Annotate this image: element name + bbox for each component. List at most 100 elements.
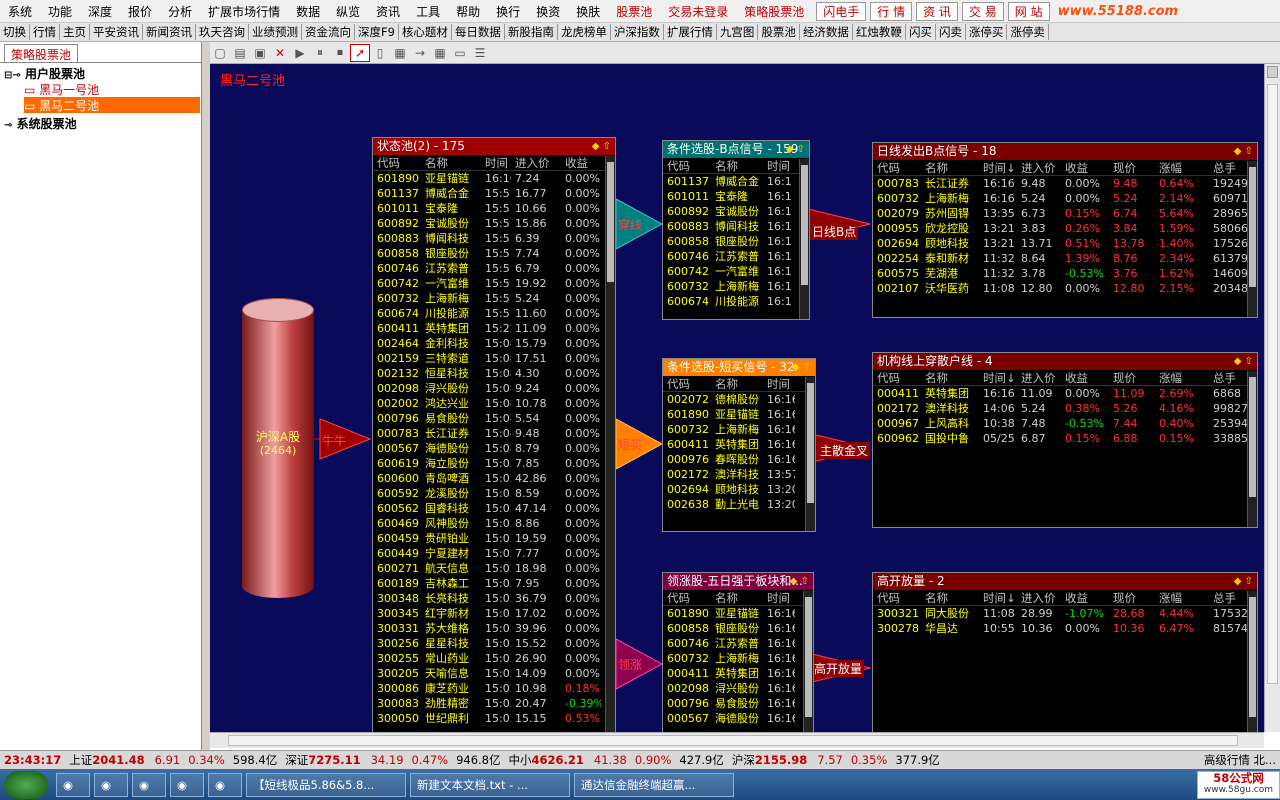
menu-item[interactable]: 工具	[408, 3, 448, 20]
delete-icon[interactable]: ✕	[270, 44, 290, 62]
table-row[interactable]: 600562 国睿科技 15:05 47.14 0.00%	[373, 501, 615, 516]
menu-item[interactable]: 系统	[0, 3, 40, 20]
table-row[interactable]: 002098 浔兴股份 15:08 9.24 0.00%	[373, 381, 615, 396]
scroll-up-icon[interactable]	[1267, 66, 1278, 78]
menu-item[interactable]: 换肤	[568, 3, 608, 20]
table-row[interactable]: 600732 上海新梅 16:1	[663, 279, 809, 294]
menu-item[interactable]: 功能	[40, 3, 80, 20]
column-header[interactable]: 现价	[1109, 370, 1155, 385]
table-row[interactable]: 600411 英特集团 16:16	[663, 437, 815, 452]
table-row[interactable]: 600746 江苏索普 16:16	[663, 636, 813, 651]
tree-expand-icon[interactable]: ⊟⊸	[4, 70, 21, 81]
function-tab[interactable]: 行情	[30, 24, 60, 40]
table-row[interactable]: 002694 顾地科技 13:20	[663, 482, 815, 497]
column-header[interactable]: 时间↓	[979, 370, 1017, 385]
table-row[interactable]: 002002 鸿达兴业 15:08 10.78 0.00%	[373, 396, 615, 411]
column-header[interactable]: 代码	[373, 155, 421, 170]
scroll-thumb[interactable]	[607, 162, 614, 282]
scroll-thumb[interactable]	[1249, 597, 1256, 717]
table-row[interactable]: 601011 宝泰隆 16:1	[663, 189, 809, 204]
column-header[interactable]: 时间	[763, 376, 795, 391]
function-tab[interactable]: 新股指南	[505, 24, 558, 40]
menu-quick-button[interactable]: 资 讯	[916, 1, 958, 21]
column-header[interactable]: 时间↓	[979, 160, 1017, 175]
table-row[interactable]: 300256 星星科技 15:05 15.52 0.00%	[373, 636, 615, 651]
table-row[interactable]: 600459 贵研铂业 15:05 19.59 0.00%	[373, 531, 615, 546]
function-tab[interactable]: 红烛教鞭	[853, 24, 906, 40]
table-row[interactable]: 600674 川投能源 16:1	[663, 294, 809, 309]
panel-header[interactable]: 条件选股-B点信号 - 159 ◆ ⇧	[663, 141, 809, 158]
table-row[interactable]: 000567 海德股份 16:16	[663, 711, 813, 726]
table-row[interactable]: 600892 宝诚股份 15:51 15.86 0.00%	[373, 216, 615, 231]
table-row[interactable]: 002172 澳洋科技 14:06 5.24 0.38% 5.26 4.16% 99827	[873, 401, 1257, 416]
tree-node-user-pools[interactable]: ⊟⊸ 用户股票池	[4, 65, 85, 81]
function-tab[interactable]: 涨停卖	[1007, 24, 1049, 40]
function-tab[interactable]: 股票池	[758, 24, 800, 40]
tree-node-pool2[interactable]: ▭ 黑马二号池	[24, 97, 200, 113]
table-row[interactable]: 300050 世纪鼎利 15:05 15.15 0.53%	[373, 711, 615, 726]
table-row[interactable]: 000796 易食股份 15:08 5.54 0.00%	[373, 411, 615, 426]
table-row[interactable]: 000783 长江证券 15:08 9.48 0.00%	[373, 426, 615, 441]
function-tab[interactable]: 深度F9	[355, 24, 399, 40]
table-row[interactable]: 002172 澳洋科技 13:57	[663, 467, 815, 482]
function-tab[interactable]: 龙虎榜单	[558, 24, 611, 40]
panel-scrollbar[interactable]	[605, 156, 615, 732]
table-row[interactable]: 600575 芜湖港 11:32 3.78 -0.53% 3.76 1.62% 14609	[873, 266, 1257, 281]
column-header[interactable]: 涨幅	[1155, 590, 1209, 605]
function-tab[interactable]: 主页	[60, 24, 90, 40]
bpoint-signal-panel[interactable]: 条件选股-B点信号 - 159 ◆ ⇧ 代码 名称 时间 601137 博威合金 16:1 60…	[662, 140, 810, 320]
table-row[interactable]: 300255 常山药业 15:05 26.90 0.00%	[373, 651, 615, 666]
panel-scrollbar[interactable]	[803, 591, 813, 732]
table-row[interactable]: 002079 苏州固锝 13:35 6.73 0.15% 6.74 5.64% 28965	[873, 206, 1257, 221]
strategy-pool-tab[interactable]: 策略股票池	[4, 44, 79, 62]
panel-menu-icon[interactable]: ◆ ⇧	[592, 138, 611, 155]
table-row[interactable]: 600746 江苏索普 16:1	[663, 249, 809, 264]
menu-item-red[interactable]: 策略股票池	[736, 3, 812, 20]
column-header[interactable]: 收益	[1061, 160, 1109, 175]
table-row[interactable]: 002159 三特索道 15:08 17.51 0.00%	[373, 351, 615, 366]
table-row[interactable]: 600742 一汽富维 16:1	[663, 264, 809, 279]
ie-icon[interactable]: ◉	[56, 772, 90, 797]
scroll-thumb[interactable]	[228, 735, 1238, 746]
function-tab[interactable]: 每日数据	[452, 24, 505, 40]
play-icon[interactable]: ▶	[290, 44, 310, 62]
menu-quick-button[interactable]: 行 情	[870, 1, 913, 21]
function-tab[interactable]: 新闻资讯	[143, 24, 196, 40]
table-row[interactable]: 600411 英特集团 15:22 11.09 0.00%	[373, 321, 615, 336]
function-tab[interactable]: 平安资讯	[90, 24, 143, 40]
column-header[interactable]: 现价	[1109, 590, 1155, 605]
panel-menu-icon[interactable]: ◆ ⇧	[792, 359, 811, 376]
panel-header[interactable]: 日线发出B点信号 - 18 ◆ ⇧	[873, 143, 1257, 160]
table-row[interactable]: 600962 国投中鲁 05/25 6.87 0.15% 6.88 0.15% 33885	[873, 431, 1257, 446]
index-quote[interactable]: 中小4626.21 41.38 0.90% 427.9亿	[505, 752, 728, 768]
table-row[interactable]: 600732 上海新梅 16:16 5.24 0.00% 5.24 2.14% 60971	[873, 191, 1257, 206]
panel-menu-icon[interactable]: ◆ ⇧	[790, 573, 809, 590]
column-header[interactable]: 名称	[711, 590, 763, 605]
function-tab[interactable]: 沪深指数	[611, 24, 664, 40]
menu-item[interactable]: 扩展市场行情	[200, 3, 288, 20]
column-header[interactable]: 进入价	[1017, 590, 1061, 605]
scroll-thumb[interactable]	[1249, 167, 1256, 287]
column-header[interactable]: 时间	[763, 590, 795, 605]
menu-item[interactable]: 换资	[528, 3, 568, 20]
table-row[interactable]: 000411 英特集团 16:16	[663, 666, 813, 681]
scroll-thumb[interactable]	[801, 165, 808, 285]
panel-menu-icon[interactable]: ◆ ⇧	[786, 141, 805, 158]
panel-scrollbar[interactable]	[799, 159, 809, 319]
table-row[interactable]: 300083 劲胜精密 15:05 20.47 -0.39%	[373, 696, 615, 711]
table-row[interactable]: 002464 金利科技 15:08 15.79 0.00%	[373, 336, 615, 351]
column-header[interactable]: 代码	[873, 160, 921, 175]
panel-splitter[interactable]	[202, 42, 210, 750]
function-tab[interactable]: 九宫图	[717, 24, 759, 40]
scroll-thumb[interactable]	[805, 597, 812, 717]
pause-icon[interactable]: ⏸	[310, 44, 330, 62]
table-row[interactable]: 600858 银座股份 16:1	[663, 234, 809, 249]
table-row[interactable]: 300205 天喻信息 15:05 14.09 0.00%	[373, 666, 615, 681]
menu-quick-button[interactable]: 闪电手	[816, 1, 867, 21]
table-row[interactable]: 000567 海德股份 15:08 8.79 0.00%	[373, 441, 615, 456]
column-header[interactable]: 代码	[873, 370, 921, 385]
menu-item[interactable]: 报价	[120, 3, 160, 20]
panel-header[interactable]: 机构线上穿散户线 - 4 ◆ ⇧	[873, 353, 1257, 370]
table-row[interactable]: 600189 吉林森工 15:05 7.95 0.00%	[373, 576, 615, 591]
table-row[interactable]: 600883 博闻科技 15:51 6.39 0.00%	[373, 231, 615, 246]
